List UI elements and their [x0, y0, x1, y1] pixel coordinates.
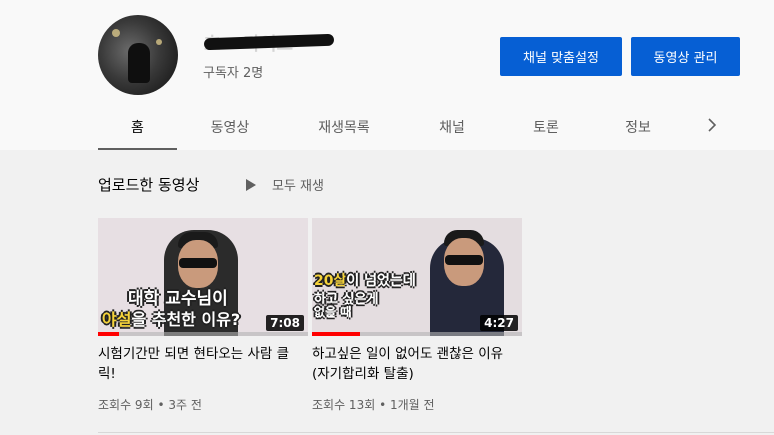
channel-avatar[interactable] — [98, 15, 178, 95]
tab-playlists[interactable]: 재생목록 — [304, 106, 384, 150]
video-title[interactable]: 하고싶은 일이 없어도 괜찮은 이유(자기합리화 탈출) — [312, 344, 512, 384]
video-meta: 조회수 13회 • 1개월 전 — [312, 396, 522, 413]
tab-discussion[interactable]: 토론 — [518, 106, 574, 150]
caption-text: 을 추천한 이유? — [131, 310, 241, 329]
manage-videos-button[interactable]: 동영상 관리 — [631, 37, 740, 76]
watch-progress-fill — [98, 332, 119, 336]
thumbnail-sunglasses — [445, 255, 483, 265]
view-count: 조회수 9회 — [98, 398, 154, 412]
tab-channels[interactable]: 채널 — [424, 106, 480, 150]
avatar-light — [156, 39, 162, 45]
video-meta: 조회수 9회 • 3주 전 — [98, 396, 308, 413]
caption-highlight: 야설 — [102, 310, 132, 329]
meta-separator: • — [157, 398, 165, 412]
video-card[interactable]: 20살이 넘었는데 하고 싶은게 없을 때 4:27 하고싶은 일이 없어도 괜… — [312, 218, 522, 413]
thumbnail-caption: 없을 때 — [314, 305, 352, 319]
duration-badge: 7:08 — [266, 315, 304, 331]
caption-highlight: 20살 — [314, 273, 347, 289]
view-count: 조회수 13회 — [312, 398, 376, 412]
section-title: 업로드한 동영상 — [98, 176, 200, 194]
tab-about[interactable]: 정보 — [610, 106, 666, 150]
tab-home[interactable]: 홈 — [98, 106, 177, 150]
meta-separator: • — [379, 398, 387, 412]
duration-badge: 4:27 — [480, 315, 518, 331]
thumbnail-caption: 20살이 넘었는데 — [314, 270, 416, 290]
subscriber-count: 구독자 2명 — [203, 66, 264, 81]
upload-age: 3주 전 — [168, 398, 202, 412]
divider — [98, 432, 774, 433]
play-all-button[interactable]: 모두 재생 — [246, 175, 324, 194]
thumbnail-sunglasses — [179, 258, 217, 268]
video-card[interactable]: 대학 교수님이 야설을 추천한 이유? 7:08 시험기간만 되면 현타오는 사… — [98, 218, 308, 413]
avatar-figure — [128, 43, 150, 83]
play-icon — [246, 178, 256, 191]
video-title[interactable]: 시험기간만 되면 현타오는 사람 클릭! — [98, 344, 298, 384]
channel-tabs: 홈 동영상 재생목록 채널 토론 정보 — [98, 106, 738, 150]
thumbnail-caption: 야설을 추천한 이유? — [102, 306, 240, 330]
watch-progress-fill — [312, 332, 361, 336]
caption-text: 이 넘었는데 — [346, 273, 416, 289]
avatar-light — [112, 29, 120, 37]
tab-videos[interactable]: 동영상 — [193, 106, 267, 150]
video-thumbnail[interactable]: 대학 교수님이 야설을 추천한 이유? 7:08 — [98, 218, 308, 336]
chevron-right-icon[interactable] — [703, 116, 721, 134]
video-thumbnail[interactable]: 20살이 넘었는데 하고 싶은게 없을 때 4:27 — [312, 218, 522, 336]
watch-progress-track — [98, 332, 308, 336]
customize-channel-button[interactable]: 채널 맞춤설정 — [500, 37, 622, 76]
upload-age: 1개월 전 — [389, 398, 435, 412]
channel-name: 호ㅡ 라이프 — [203, 30, 335, 55]
play-all-label: 모두 재생 — [272, 179, 324, 194]
channel-header: 호ㅡ 라이프 구독자 2명 채널 맞춤설정 동영상 관리 홈 동영상 재생목록 … — [0, 0, 774, 150]
